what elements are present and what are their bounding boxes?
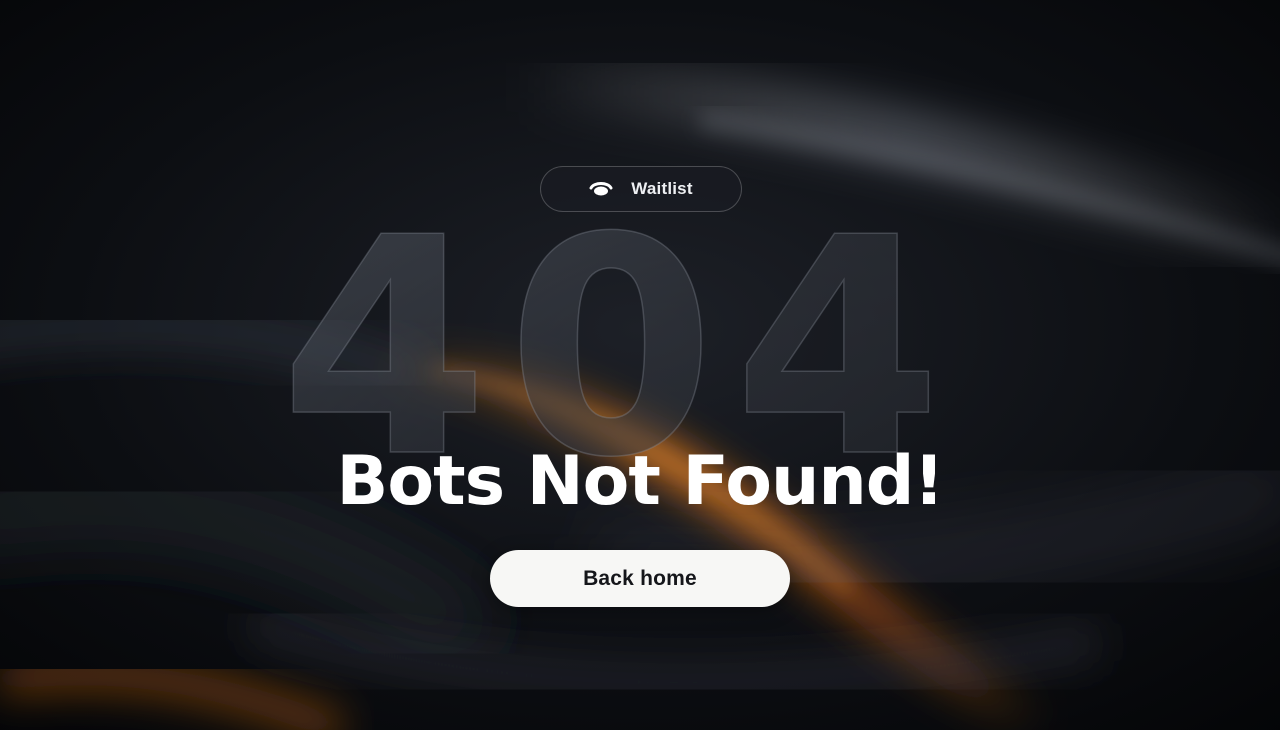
- error-code-text: 404: [280, 200, 960, 470]
- back-home-button[interactable]: Back home: [490, 550, 790, 607]
- not-found-page: Waitlist 404 Bots Not Found! Back home: [0, 0, 1280, 730]
- waitlist-label: Waitlist: [631, 179, 693, 198]
- page-title: Bots Not Found!: [336, 442, 945, 521]
- waitlist-icon: [589, 182, 613, 196]
- error-code-watermark: 404: [279, 200, 960, 470]
